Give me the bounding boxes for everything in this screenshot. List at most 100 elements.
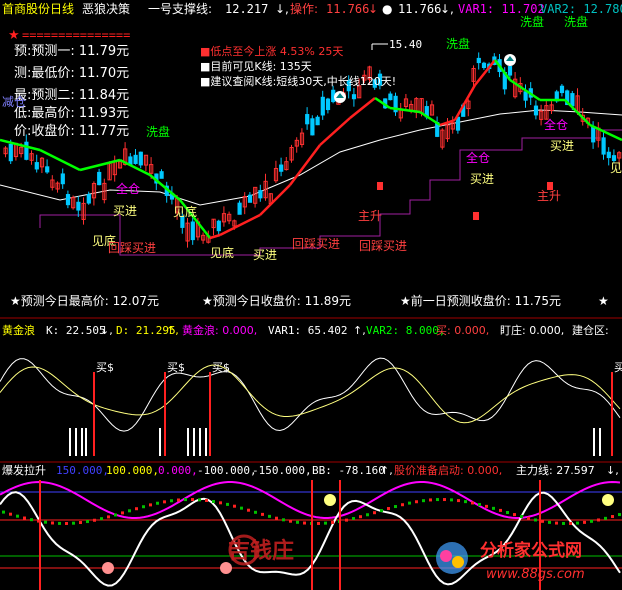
dot-marker: [562, 521, 565, 525]
op-value: 11.766: [326, 2, 369, 16]
dot-marker: [604, 516, 607, 520]
dot-marker: [2, 510, 5, 514]
candle-body: [591, 126, 596, 143]
forecast-close: ★预测今日收盘价: 11.89元: [202, 293, 351, 308]
dot-marker: [422, 499, 425, 503]
dot-marker: [205, 499, 208, 503]
info-line-5: 价:收盘价: 11.77元: [14, 123, 129, 139]
panel2-name: 黄金浪: [2, 323, 35, 337]
candle-body: [76, 201, 81, 211]
candle-body: [533, 105, 539, 116]
panel2-var1-arrow: ↑,: [353, 324, 366, 337]
dot-marker: [121, 511, 124, 515]
dot-marker: [506, 511, 509, 515]
trend-segment: [79, 158, 121, 172]
dot-marker: [450, 498, 453, 502]
dot-marker: [611, 515, 614, 519]
dot-marker: [198, 498, 201, 502]
op-label: 操作:: [290, 1, 318, 16]
label-buy-3: 买进: [470, 172, 494, 186]
label-full-2: 全仓: [466, 150, 490, 165]
label-reduce: 减仓: [2, 95, 26, 109]
dot-marker: [114, 513, 117, 517]
forecast-high: ★预测今日最高价: 12.07元: [10, 293, 159, 308]
panel3-bb: BB: -78.160: [312, 464, 385, 477]
dot-marker: [72, 521, 75, 525]
forecast-info-panel: ★ =============== 预:预测一: 11.79元 测:最低价: 1…: [8, 28, 130, 139]
dot-marker: [142, 505, 145, 509]
stock-title: 首商股份日线: [2, 1, 74, 16]
site-url: www.88gs.com: [486, 567, 585, 582]
panel3-main-arrow: ↓,: [606, 464, 619, 477]
buy-signal-label: 买$: [614, 361, 622, 374]
dot-marker: [219, 501, 222, 505]
candle-body: [97, 171, 102, 186]
candle-body: [315, 116, 320, 126]
label-pullback-1: 回踩买进: [108, 241, 156, 255]
candle-body: [247, 194, 253, 203]
dot-marker: [464, 500, 467, 504]
candle-body: [611, 155, 617, 161]
dot-marker: [177, 498, 180, 502]
dot-marker: [541, 519, 544, 523]
panel3-ready: 股价准备启动: 0.000,: [394, 463, 502, 477]
dot-marker: [394, 505, 397, 509]
star-line: ===============: [22, 28, 130, 42]
dot-marker: [548, 520, 551, 524]
candle-body: [133, 154, 138, 164]
candle-body: [523, 91, 528, 101]
dot-marker: [583, 520, 586, 524]
op-value2: 11.766: [398, 2, 441, 16]
panel2-var1: VAR1: 65.402: [268, 324, 347, 337]
candle-body: [216, 220, 221, 232]
candle-body: [476, 57, 481, 64]
label-full-3: 全仓: [544, 117, 568, 132]
dot-marker: [415, 500, 418, 504]
candle-body: [507, 66, 513, 76]
forecast-prev: ★前一日预测收盘价: 11.75元: [400, 293, 561, 308]
dot-marker: [16, 514, 19, 518]
panel2-var2: VAR2: 8.000,: [366, 324, 445, 337]
label-wash-3: 洗盘: [520, 14, 544, 29]
info-line-1: 预:预测一: 11.79元: [14, 44, 129, 59]
chart-canvas[interactable]: 首商股份日线 恶狼决策 一号支撑线: 12.217 ↓, 操作: 11.766 …: [0, 0, 622, 590]
dot-marker: [429, 498, 432, 502]
candle-body: [279, 164, 284, 172]
dot-marker: [408, 501, 411, 505]
site-watermark: 分析家公式网 www.88gs.com: [436, 540, 585, 582]
candle-body: [305, 114, 310, 125]
panel2-d-arrow: ↑,: [166, 324, 179, 337]
candle-body: [320, 96, 325, 116]
forecast-star-cut: ★: [598, 294, 609, 308]
dot-marker: [135, 507, 138, 511]
candle-body: [8, 143, 13, 162]
support-arrow: ↓,: [275, 2, 289, 16]
buy-signal-label: 买$: [96, 361, 114, 374]
dot-marker: [492, 506, 495, 510]
label-wash-1: 洗盘: [146, 124, 170, 139]
site-name: 分析家公式网: [480, 540, 582, 561]
label-buy-2: 买进: [253, 248, 277, 262]
dot-marker: [247, 508, 250, 512]
var2-value: VAR2: 12.780: [540, 2, 622, 16]
dot-marker: [58, 521, 61, 525]
dot-marker: [534, 518, 537, 522]
dot-marker: [30, 518, 33, 522]
candle-body: [570, 93, 575, 107]
dot-marker: [65, 521, 68, 525]
watermark-text: 吉钱庄: [228, 538, 294, 564]
candle-body: [258, 190, 263, 199]
panel3-bb-arrow: ↑,: [380, 464, 393, 477]
candle-body: [34, 162, 39, 170]
label-pullback-2: 回踩买进: [292, 237, 340, 251]
label-rise-1: 主升: [358, 209, 382, 223]
op-dot-icon: ●: [382, 2, 392, 16]
trend-segment: [149, 174, 181, 201]
dot-marker: [373, 511, 376, 515]
info-line-3: 最:预测二: 11.84元: [14, 88, 129, 103]
candle-body: [45, 166, 50, 173]
dot-marker: [275, 516, 278, 520]
candle-body: [388, 93, 393, 101]
magenta-line: [0, 481, 621, 519]
signal-square-icon: [473, 212, 479, 220]
